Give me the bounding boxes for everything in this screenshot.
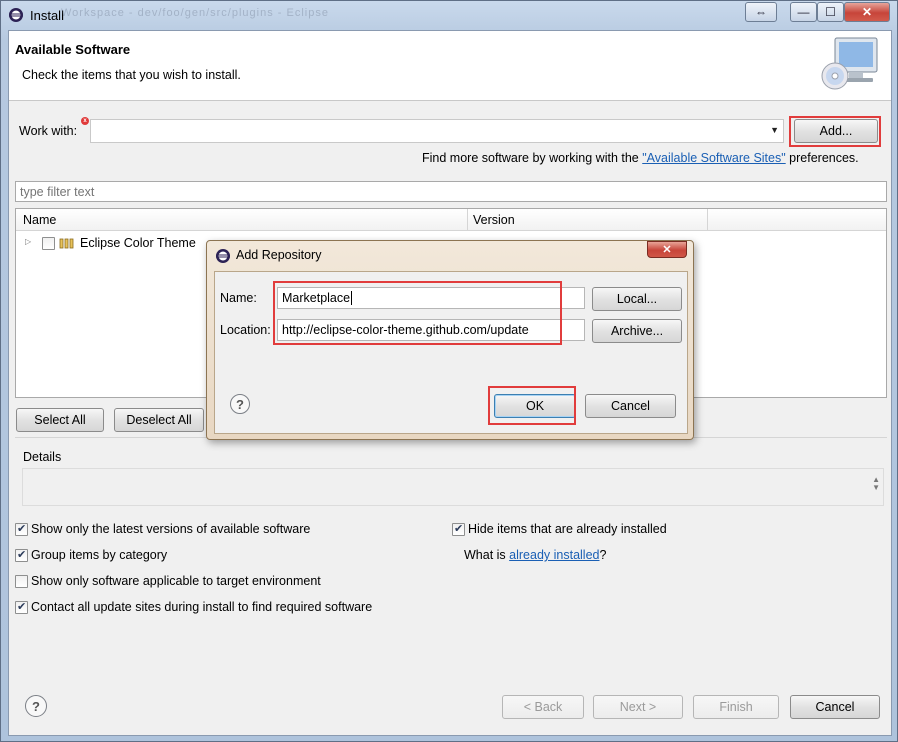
- restore-arrows-button[interactable]: ⇔: [745, 2, 777, 22]
- archive-label: Archive...: [610, 324, 664, 338]
- dialog-title: Add Repository: [236, 248, 322, 262]
- next-label: Next >: [619, 700, 657, 714]
- maximize-button[interactable]: ☐: [817, 2, 844, 22]
- back-button[interactable]: < Back: [502, 695, 584, 719]
- text-cursor: [351, 291, 353, 305]
- available-software-sites-link[interactable]: "Available Software Sites": [642, 151, 785, 165]
- column-separator[interactable]: [707, 209, 708, 231]
- maximize-icon: ☐: [825, 5, 836, 19]
- eclipse-icon: [9, 8, 23, 22]
- page-description: Check the items that you wish to install…: [22, 68, 241, 82]
- software-cd-monitor-icon: [821, 37, 878, 90]
- cancel-label: Cancel: [815, 700, 855, 714]
- column-name[interactable]: Name: [23, 213, 56, 227]
- add-button[interactable]: Add...: [794, 119, 878, 143]
- deselect-all-label: Deselect All: [126, 413, 192, 427]
- select-all-button[interactable]: Select All: [16, 408, 104, 432]
- local-label: Local...: [616, 292, 658, 306]
- contact-sites-label[interactable]: Contact all update sites during install …: [31, 600, 372, 614]
- finish-button[interactable]: Finish: [693, 695, 779, 719]
- back-label: < Back: [523, 700, 563, 714]
- location-value: http://eclipse-color-theme.github.com/up…: [282, 323, 529, 337]
- add-repository-dialog: Add Repository ✕ Name: Marketplace Local…: [206, 240, 694, 440]
- group-by-category-label[interactable]: Group items by category: [31, 548, 167, 562]
- name-label: Name:: [220, 291, 257, 305]
- location-input[interactable]: http://eclipse-color-theme.github.com/up…: [277, 319, 585, 341]
- page-title: Available Software: [15, 42, 131, 57]
- hide-installed-label[interactable]: Hide items that are already installed: [468, 522, 667, 536]
- error-icon: x: [81, 117, 89, 125]
- dropdown-arrow-icon[interactable]: ▼: [770, 125, 779, 135]
- row-checkbox[interactable]: [42, 237, 55, 250]
- hide-installed-checkbox[interactable]: [452, 522, 465, 536]
- details-label: Details: [23, 450, 62, 464]
- next-button[interactable]: Next >: [593, 695, 683, 719]
- close-icon: ✕: [662, 244, 672, 256]
- more-text-prefix: Find more software by working with the: [422, 151, 643, 165]
- what-is-installed-text: What is already installed?: [464, 548, 606, 562]
- column-separator[interactable]: [467, 209, 468, 231]
- column-version[interactable]: Version: [473, 213, 515, 227]
- deselect-all-button[interactable]: Deselect All: [114, 408, 204, 432]
- what-is-suffix: ?: [599, 548, 607, 562]
- local-button[interactable]: Local...: [592, 287, 682, 311]
- add-button-label: Add...: [819, 124, 853, 138]
- window-title: Install: [30, 8, 64, 23]
- contact-sites-checkbox[interactable]: [15, 600, 28, 614]
- dialog-cancel-label: Cancel: [611, 399, 650, 413]
- tree-header: Name Version: [16, 209, 886, 231]
- location-label: Location:: [220, 323, 271, 337]
- close-button[interactable]: ✕: [844, 2, 890, 22]
- dialog-body: Name: Marketplace Local... Location: htt…: [214, 271, 688, 434]
- expand-arrow-icon[interactable]: ▷: [25, 237, 31, 246]
- ok-button[interactable]: OK: [494, 394, 576, 418]
- close-icon: ✕: [861, 5, 873, 19]
- minimize-button[interactable]: —: [790, 2, 817, 22]
- archive-button[interactable]: Archive...: [592, 319, 682, 343]
- target-environment-label[interactable]: Show only software applicable to target …: [31, 574, 321, 588]
- help-icon[interactable]: ?: [230, 394, 250, 414]
- details-scroll-icon[interactable]: ▲ ▼: [872, 476, 880, 492]
- arrows-icon: ⇔: [755, 5, 767, 19]
- ok-label: OK: [525, 399, 545, 413]
- name-value: Marketplace: [282, 291, 351, 305]
- dialog-cancel-button[interactable]: Cancel: [585, 394, 676, 418]
- window-title-ghost: Workspace - dev/foo/gen/src/plugins - Ec…: [61, 7, 329, 19]
- filter-input[interactable]: [15, 181, 887, 202]
- work-with-label: Work with:: [19, 124, 78, 138]
- cancel-button[interactable]: Cancel: [790, 695, 880, 719]
- category-icon: [59, 238, 74, 249]
- already-installed-link[interactable]: already installed: [509, 548, 599, 562]
- group-by-category-checkbox[interactable]: [15, 548, 28, 562]
- more-software-text: Find more software by working with the "…: [422, 151, 859, 165]
- eclipse-icon: [216, 249, 230, 263]
- help-icon[interactable]: ?: [25, 695, 47, 717]
- details-group: Details ▲ ▼: [15, 437, 887, 511]
- details-area: ▲ ▼: [22, 468, 884, 506]
- target-environment-checkbox[interactable]: [15, 575, 28, 588]
- latest-versions-checkbox[interactable]: [15, 522, 28, 536]
- minimize-icon: —: [797, 5, 810, 19]
- more-text-suffix: preferences.: [785, 151, 859, 165]
- what-is-prefix: What is: [464, 548, 510, 562]
- select-all-label: Select All: [34, 413, 86, 427]
- row-name: Eclipse Color Theme: [80, 236, 196, 250]
- finish-label: Finish: [719, 700, 753, 714]
- latest-versions-label[interactable]: Show only the latest versions of availab…: [31, 522, 310, 536]
- title-bar[interactable]: Install Workspace - dev/foo/gen/src/plug…: [1, 1, 897, 29]
- install-window: Install Workspace - dev/foo/gen/src/plug…: [0, 0, 898, 742]
- wizard-banner: Available Software Check the items that …: [9, 31, 891, 101]
- dialog-close-button[interactable]: ✕: [647, 241, 687, 258]
- work-with-combo[interactable]: ▼: [90, 119, 784, 143]
- name-input[interactable]: Marketplace: [277, 287, 585, 309]
